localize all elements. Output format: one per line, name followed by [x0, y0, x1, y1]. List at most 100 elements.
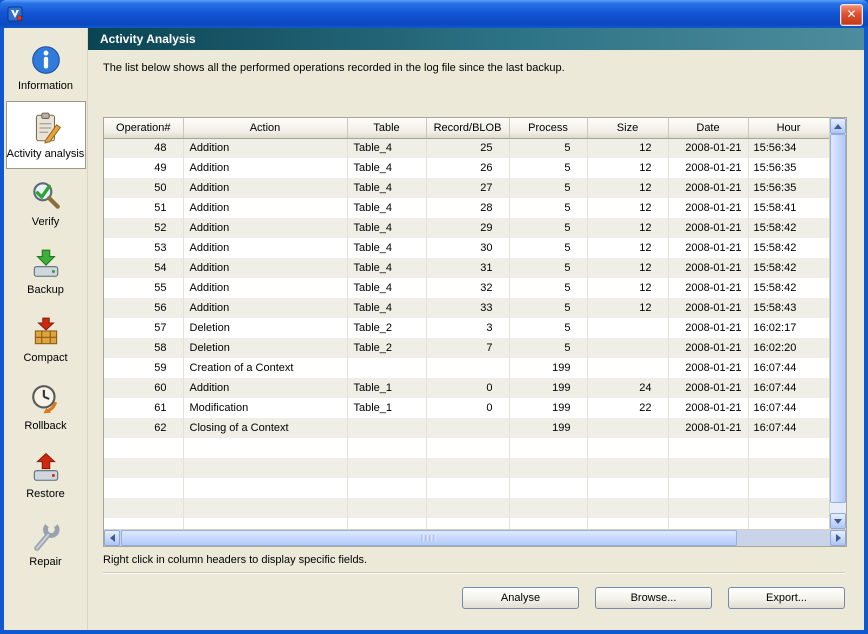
scroll-right-button[interactable]	[830, 530, 846, 546]
table-cell: Table_4	[347, 158, 426, 178]
compact-icon	[29, 315, 63, 349]
main-panel: Activity Analysis The list below shows a…	[88, 28, 864, 630]
sidebar-item-compact[interactable]: Compact	[6, 305, 86, 373]
scroll-up-button[interactable]	[830, 118, 846, 134]
table-cell: 12	[587, 178, 668, 198]
column-header[interactable]: Date	[668, 118, 748, 138]
table-cell: 5	[509, 198, 587, 218]
table-cell: Deletion	[183, 338, 347, 358]
close-button[interactable]: ✕	[840, 4, 863, 26]
table-cell: 31	[426, 258, 509, 278]
table-cell-empty	[587, 438, 668, 458]
table-cell: Addition	[183, 258, 347, 278]
table-row[interactable]: 58DeletionTable_2752008-01-2116:02:20	[104, 338, 829, 358]
table-row[interactable]: 49AdditionTable_4265122008-01-2115:56:35	[104, 158, 829, 178]
table-cell-empty	[183, 478, 347, 498]
sidebar-item-activity-analysis[interactable]: Activity analysis	[6, 101, 86, 169]
table-cell: 62	[104, 418, 183, 438]
table-cell: 5	[509, 318, 587, 338]
table-cell-empty	[509, 458, 587, 478]
table-cell: 12	[587, 198, 668, 218]
table-cell: 3	[426, 318, 509, 338]
horizontal-scrollbar-track[interactable]	[120, 530, 830, 546]
table-cell: 2008-01-21	[668, 198, 748, 218]
column-header[interactable]: Process	[509, 118, 587, 138]
horizontal-scrollbar[interactable]	[104, 529, 846, 546]
table-cell: 2008-01-21	[668, 278, 748, 298]
table-cell: 24	[587, 378, 668, 398]
arrow-right-icon	[836, 534, 841, 542]
table-row[interactable]: 60AdditionTable_10199242008-01-2116:07:4…	[104, 378, 829, 398]
table-row[interactable]: 53AdditionTable_4305122008-01-2115:58:42	[104, 238, 829, 258]
analyse-button[interactable]: Analyse	[462, 587, 579, 609]
table-row[interactable]: 50AdditionTable_4275122008-01-2115:56:35	[104, 178, 829, 198]
table-cell: Addition	[183, 178, 347, 198]
scroll-left-button[interactable]	[104, 530, 120, 546]
sidebar-item-verify[interactable]: Verify	[6, 169, 86, 237]
sidebar-item-label: Verify	[32, 216, 60, 228]
table-cell: 2008-01-21	[668, 358, 748, 378]
sidebar-item-information[interactable]: Information	[6, 33, 86, 101]
table-cell-empty	[104, 438, 183, 458]
table-row[interactable]: 48AdditionTable_4255122008-01-2115:56:34	[104, 138, 829, 158]
sidebar-item-repair[interactable]: Repair	[6, 509, 86, 577]
table-row[interactable]: 51AdditionTable_4285122008-01-2115:58:41	[104, 198, 829, 218]
table-cell: 16:02:20	[748, 338, 829, 358]
table-row[interactable]: 56AdditionTable_4335122008-01-2115:58:43	[104, 298, 829, 318]
table-cell-empty	[347, 498, 426, 518]
table-cell: Table_4	[347, 298, 426, 318]
scroll-down-button[interactable]	[830, 513, 846, 529]
sidebar-item-restore[interactable]: Restore	[6, 441, 86, 509]
table-cell: 12	[587, 278, 668, 298]
table-cell: 2008-01-21	[668, 218, 748, 238]
table-cell: Table_2	[347, 338, 426, 358]
table-cell: Addition	[183, 278, 347, 298]
vertical-scrollbar-track[interactable]	[830, 134, 846, 513]
panel-header: Activity Analysis	[88, 28, 864, 50]
column-header[interactable]: Record/BLOB	[426, 118, 509, 138]
horizontal-scrollbar-thumb[interactable]	[121, 530, 737, 546]
table-row[interactable]: 57DeletionTable_2352008-01-2116:02:17	[104, 318, 829, 338]
table-cell: Table_1	[347, 378, 426, 398]
repair-icon	[29, 519, 63, 553]
table-row[interactable]: 52AdditionTable_4295122008-01-2115:58:42	[104, 218, 829, 238]
table-row[interactable]: 62Closing of a Context1992008-01-2116:07…	[104, 418, 829, 438]
table-cell-empty	[748, 518, 829, 529]
sidebar-item-backup[interactable]: Backup	[6, 237, 86, 305]
table-row[interactable]: 55AdditionTable_4325122008-01-2115:58:42	[104, 278, 829, 298]
sidebar-item-label: Backup	[27, 284, 64, 296]
sidebar-item-rollback[interactable]: Rollback	[6, 373, 86, 441]
table-cell-empty	[104, 518, 183, 529]
titlebar[interactable]: ✕	[0, 0, 868, 28]
vertical-scrollbar-thumb[interactable]	[830, 134, 846, 503]
table-header-row: Operation#ActionTableRecord/BLOBProcessS…	[104, 118, 829, 138]
column-header[interactable]: Size	[587, 118, 668, 138]
table-cell: 15:58:42	[748, 218, 829, 238]
table-cell-empty	[104, 498, 183, 518]
description-text: The list below shows all the performed o…	[103, 62, 565, 74]
column-header[interactable]: Operation#	[104, 118, 183, 138]
table-cell: 15:56:35	[748, 178, 829, 198]
table-cell: 15:56:34	[748, 138, 829, 158]
hint-text: Right click in column headers to display…	[103, 554, 367, 566]
column-header[interactable]: Hour	[748, 118, 829, 138]
table-cell: Table_4	[347, 138, 426, 158]
table-cell: 15:58:42	[748, 278, 829, 298]
table-cell-empty	[104, 458, 183, 478]
column-header[interactable]: Action	[183, 118, 347, 138]
table-cell: 2008-01-21	[668, 258, 748, 278]
export-button[interactable]: Export...	[728, 587, 845, 609]
table-cell-empty	[183, 498, 347, 518]
table-cell: 2008-01-21	[668, 398, 748, 418]
table-cell-empty	[748, 458, 829, 478]
table-cell: 30	[426, 238, 509, 258]
window: ✕ Information	[0, 0, 868, 634]
table-row[interactable]: 61ModificationTable_10199222008-01-2116:…	[104, 398, 829, 418]
table-row[interactable]: 59Creation of a Context1992008-01-2116:0…	[104, 358, 829, 378]
browse-button[interactable]: Browse...	[595, 587, 712, 609]
table-cell-empty	[426, 458, 509, 478]
table-row[interactable]: 54AdditionTable_4315122008-01-2115:58:42	[104, 258, 829, 278]
vertical-scrollbar[interactable]	[829, 118, 846, 529]
column-header[interactable]: Table	[347, 118, 426, 138]
activity-analysis-icon	[29, 111, 63, 145]
